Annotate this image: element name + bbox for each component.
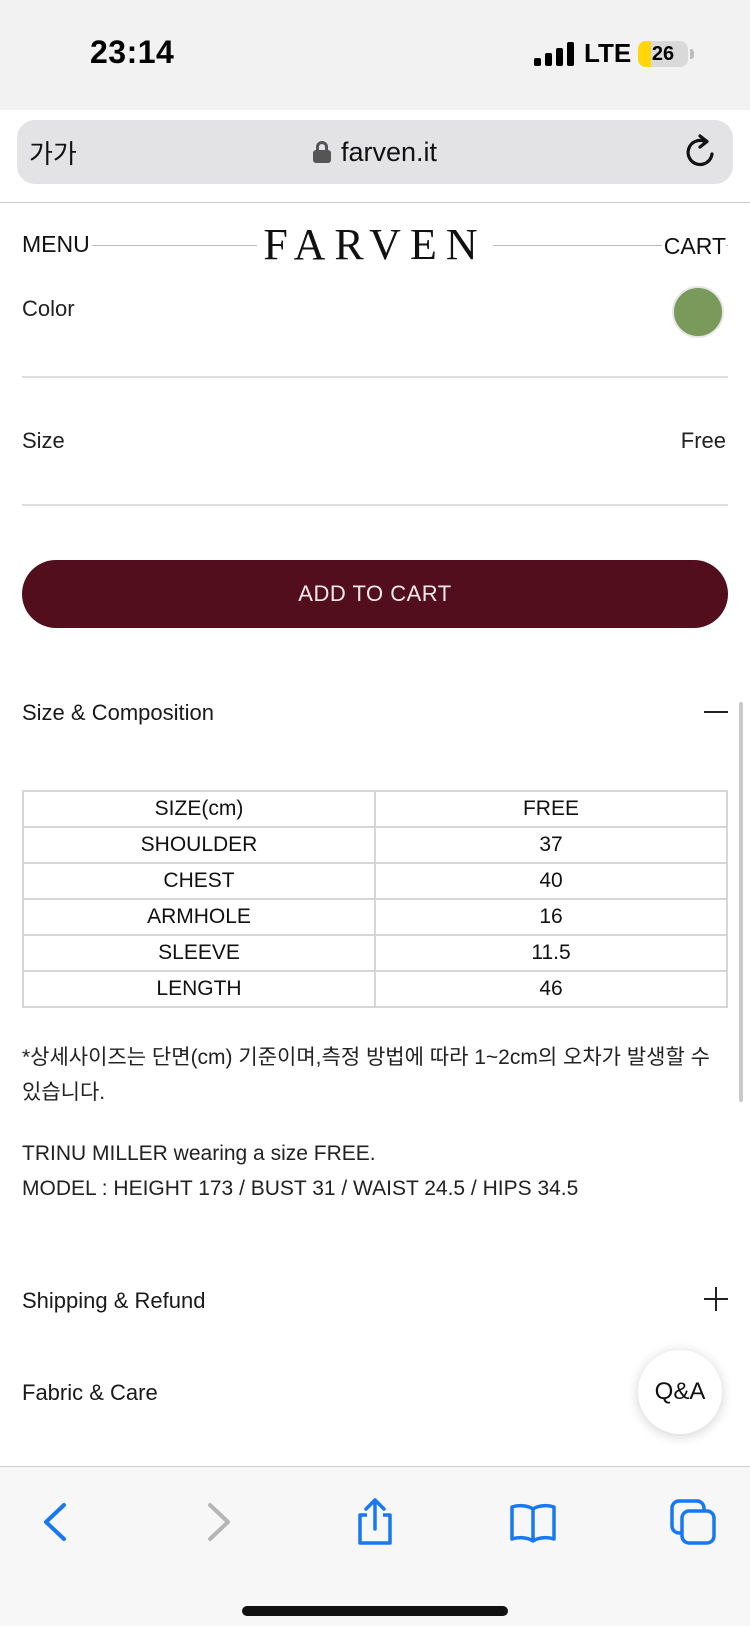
size-note: *상세사이즈는 단면(cm) 기준이며,측정 방법에 따라 1~2cm의 오차가… xyxy=(22,1046,710,1104)
table-cell: 11.5 xyxy=(374,934,728,972)
color-swatch[interactable] xyxy=(672,286,724,338)
tabs-icon[interactable] xyxy=(668,1497,718,1547)
size-table: SIZE(cm) FREE SHOULDER 37 CHEST 40 ARMHO… xyxy=(22,790,728,1008)
bookmarks-icon[interactable] xyxy=(508,1497,558,1547)
status-time: 23:14 xyxy=(90,34,175,70)
url-text: farven.it xyxy=(340,136,438,167)
qa-button[interactable]: Q&A xyxy=(638,1350,722,1434)
share-icon[interactable] xyxy=(350,1497,400,1547)
divider xyxy=(22,376,728,378)
divider xyxy=(22,504,728,506)
size-label: Size xyxy=(22,428,65,453)
model-wearing-text: TRINU MILLER wearing a size FREE. xyxy=(22,1142,376,1165)
cart-link[interactable]: CART xyxy=(661,233,726,260)
model-measurements-text: MODEL : HEIGHT 173 / BUST 31 / WAIST 24.… xyxy=(22,1177,579,1200)
back-icon[interactable] xyxy=(32,1497,82,1547)
battery-percent: 26 xyxy=(651,43,675,65)
url-field[interactable]: farven.it xyxy=(17,120,733,184)
brand-name: FARVEN xyxy=(257,220,493,269)
table-cell: 40 xyxy=(374,862,728,900)
reload-icon[interactable] xyxy=(681,132,721,172)
table-cell: SHOULDER xyxy=(22,826,376,864)
shipping-refund-toggle[interactable]: Shipping & Refund xyxy=(22,1288,205,1314)
address-bar[interactable]: 가가 farven.it xyxy=(17,120,733,184)
color-label: Color xyxy=(22,296,75,321)
table-row: CHEST 40 xyxy=(22,862,728,900)
brand-logo[interactable]: FARVEN xyxy=(0,219,750,270)
battery-icon: 26 xyxy=(638,41,688,67)
plus-icon[interactable] xyxy=(704,1287,728,1311)
table-cell: 37 xyxy=(374,826,728,864)
cellular-signal-icon xyxy=(534,42,574,66)
table-cell: 16 xyxy=(374,898,728,936)
table-row: SLEEVE 11.5 xyxy=(22,934,728,972)
battery-tip xyxy=(690,49,694,59)
table-cell: CHEST xyxy=(22,862,376,900)
network-type: LTE xyxy=(584,38,632,68)
table-row: SIZE(cm) FREE xyxy=(22,790,728,828)
table-cell: 46 xyxy=(374,970,728,1008)
table-row: SHOULDER 37 xyxy=(22,826,728,864)
size-value[interactable]: Free xyxy=(681,428,726,454)
add-to-cart-button[interactable]: ADD TO CART xyxy=(22,560,728,628)
forward-icon[interactable] xyxy=(192,1497,242,1547)
site-header: MENU FARVEN CART xyxy=(0,215,750,275)
size-composition-toggle[interactable]: Size & Composition xyxy=(22,700,214,726)
minus-icon[interactable] xyxy=(704,700,728,724)
table-row: LENGTH 46 xyxy=(22,970,728,1008)
lock-icon xyxy=(312,141,331,163)
table-header-cell: FREE xyxy=(374,790,728,828)
scrollbar[interactable] xyxy=(739,702,743,1102)
table-cell: SLEEVE xyxy=(22,934,376,972)
table-header-cell: SIZE(cm) xyxy=(22,790,376,828)
home-indicator[interactable] xyxy=(242,1606,508,1616)
table-cell: LENGTH xyxy=(22,970,376,1008)
browser-divider xyxy=(0,202,750,203)
table-row: ARMHOLE 16 xyxy=(22,898,728,936)
status-bar: 23:14 LTE 26 가가 farven.it xyxy=(0,0,750,184)
table-cell: ARMHOLE xyxy=(22,898,376,936)
fabric-care-toggle[interactable]: Fabric & Care xyxy=(22,1380,158,1406)
browser-toolbar xyxy=(0,1466,750,1626)
